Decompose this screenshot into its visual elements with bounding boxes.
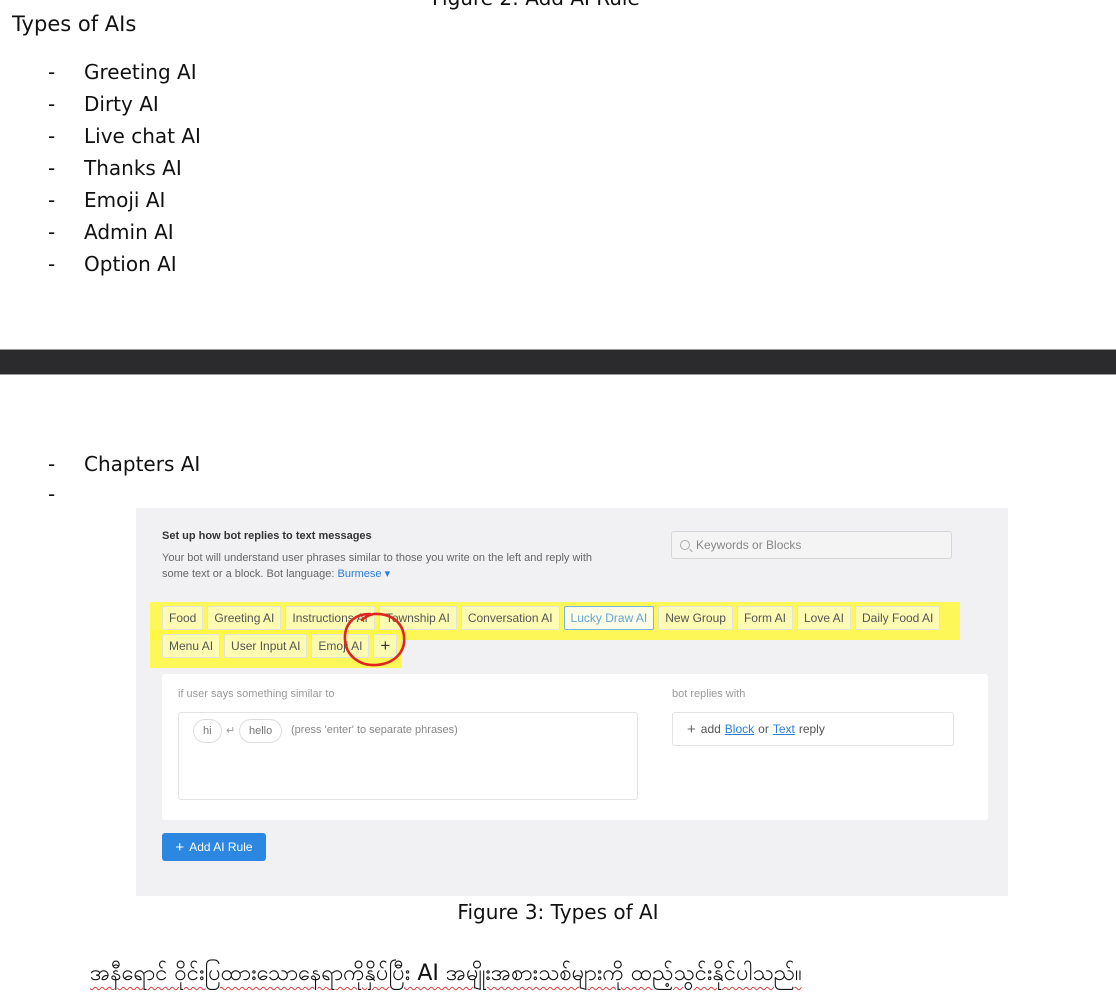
add-label: add [700,722,721,736]
tab-conversation-ai[interactable]: Conversation AI [460,606,560,630]
plus-icon: + [175,838,185,856]
screenshot-title: Set up how bot replies to text messages [162,530,372,542]
list-item-label: Option AI [84,252,177,276]
bullet-marker: - [48,60,56,84]
bullet-marker: - [48,482,56,506]
embedded-screenshot: Set up how bot replies to text messages … [136,508,1008,896]
figure-3-caption: Figure 3: Types of AI [457,900,659,924]
list-item-label: Chapters AI [84,452,201,476]
page-break-divider [0,349,1116,375]
bullet-marker: - [48,188,56,212]
ai-tabs-row-1: Food Greeting AI Instructions AI Townshi… [162,606,941,630]
list-item: - Greeting AI [48,58,201,90]
section-heading: Types of AIs [12,12,137,36]
ai-types-list: - Greeting AI - Dirty AI - Live chat AI - Th… [48,58,201,282]
screenshot-description: Your bot will understand user phrases si… [162,550,612,582]
list-item-label: Admin AI [84,220,174,244]
tab-instructions-ai[interactable]: Instructions AI [285,606,375,630]
user-says-label: if user says something similar to [178,688,335,700]
bot-replies-label: bot replies with [672,688,746,700]
tab-love-ai[interactable]: Love AI [796,606,851,630]
add-ai-rule-label: Add AI Rule [189,840,253,854]
list-item: - Live chat AI [48,122,201,154]
bot-language-dropdown[interactable]: Burmese ▾ [338,568,391,580]
tab-township-ai[interactable]: Township AI [378,606,457,630]
bullet-marker: - [48,156,56,180]
figure-2-caption: Figure 2: Add AI Rule [432,0,640,10]
tab-new-group[interactable]: New Group [658,606,733,630]
list-item: - [48,480,200,510]
add-text-link[interactable]: Text [773,722,795,736]
keywords-search-input[interactable]: Keywords or Blocks [671,531,952,559]
bullet-marker: - [48,92,56,116]
tab-food[interactable]: Food [162,606,204,630]
phrase-hint: (press 'enter' to separate phrases) [291,724,458,736]
phrase-chip[interactable]: hello [239,719,283,743]
bullet-marker: - [48,124,56,148]
search-placeholder: Keywords or Blocks [696,538,802,552]
tab-daily-food-ai[interactable]: Daily Food AI [855,606,941,630]
add-ai-tab-button[interactable]: + [373,634,398,658]
tab-lucky-draw-ai[interactable]: Lucky Draw AI [563,606,655,630]
tab-greeting-ai[interactable]: Greeting AI [207,606,282,630]
list-item-label: Live chat AI [84,124,201,148]
add-block-link[interactable]: Block [725,722,754,736]
list-item: - Dirty AI [48,90,201,122]
plus-icon: + [687,720,696,738]
ai-tabs-row-2: Menu AI User Input AI Emoji AI + [162,634,398,658]
tab-form-ai[interactable]: Form AI [736,606,793,630]
ai-rule-panel: if user says something similar to bot re… [162,674,988,820]
tab-menu-ai[interactable]: Menu AI [162,634,221,658]
tab-emoji-ai[interactable]: Emoji AI [311,634,370,658]
bullet-marker: - [48,452,56,476]
phrase-chip[interactable]: hi [193,719,222,743]
list-item-label: Emoji AI [84,188,166,212]
list-item: - Admin AI [48,218,201,250]
user-phrases-input[interactable]: hi ↵ hello (press 'enter' to separate ph… [178,712,638,800]
add-reply-box: + add Block or Text reply [672,712,954,746]
list-item: - Emoji AI [48,186,201,218]
bullet-marker: - [48,220,56,244]
reply-suffix: reply [798,722,825,736]
tab-user-input-ai[interactable]: User Input AI [224,634,308,658]
list-item-label: Thanks AI [84,156,182,180]
list-item-label: Dirty AI [84,92,159,116]
list-item: - Option AI [48,250,201,282]
add-ai-rule-button[interactable]: + Add AI Rule [162,833,266,861]
bullet-marker: - [48,252,56,276]
search-icon [680,540,690,550]
enter-icon: ↵ [226,725,236,737]
list-item: - Chapters AI [48,450,200,480]
body-paragraph: အနီရောင် ဝိုင်းပြထားသောနေရာကိုနှိပ်ပြီး … [90,961,802,986]
list-item: - Thanks AI [48,154,201,186]
or-label: or [758,722,769,736]
ai-types-list-continued: - Chapters AI - [48,450,200,510]
list-item-label: Greeting AI [84,60,197,84]
